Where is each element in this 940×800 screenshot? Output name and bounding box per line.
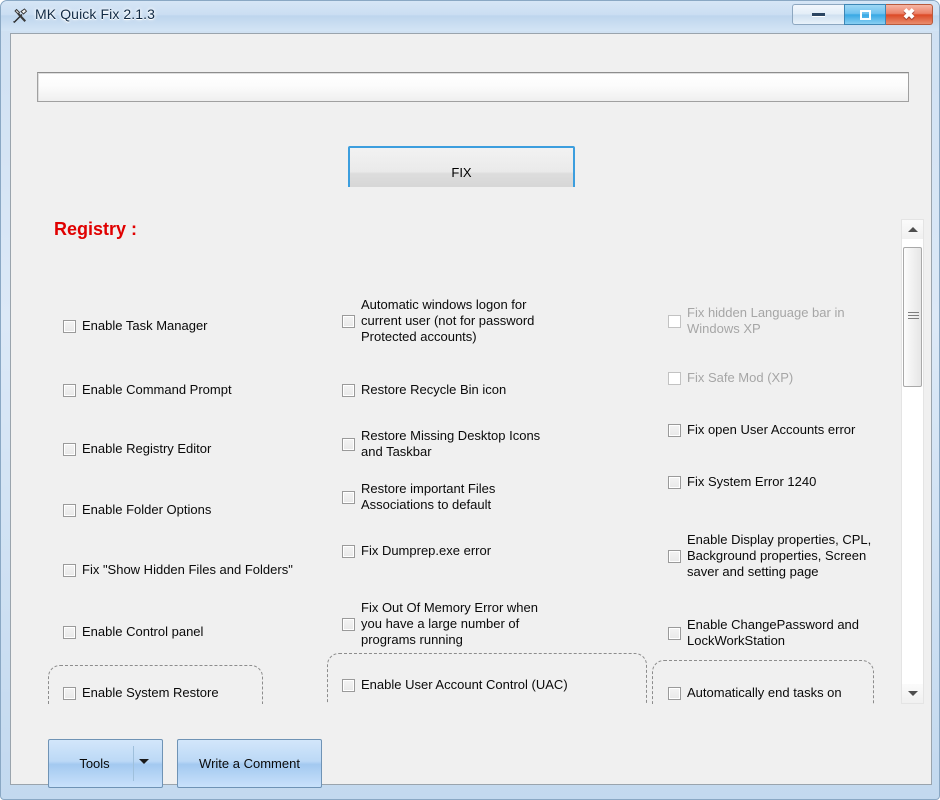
- checkbox-row-fix-dumprep-error[interactable]: Fix Dumprep.exe error: [342, 543, 632, 559]
- checkbox-label: Enable Registry Editor: [82, 441, 212, 456]
- checkbox-row-restore-missing-desktop-icons[interactable]: Restore Missing Desktop Icons and Taskba…: [342, 428, 632, 460]
- checkbox-icon[interactable]: [668, 475, 681, 489]
- checkbox-label: Automatic windows logon for current user…: [361, 297, 535, 344]
- checkbox-label: Enable ChangePassword and LockWorkStatio…: [687, 617, 860, 648]
- checkbox-label: Enable Display properties, CPL, Backgrou…: [687, 532, 872, 579]
- restore-button[interactable]: [844, 4, 886, 25]
- checkbox-icon[interactable]: [342, 490, 355, 504]
- checkbox-row-fix-hidden-language-bar[interactable]: Fix hidden Language bar in Windows XP: [668, 305, 898, 337]
- options-scroll-content: Registry : Enable Task Manager Enable Co…: [12, 187, 902, 704]
- title-bar: MK Quick Fix 2.1.3 ✖: [1, 1, 939, 31]
- checkbox-label: Fix "Show Hidden Files and Folders": [82, 562, 293, 577]
- checkbox-row-enable-changepassword-lockworkstation[interactable]: Enable ChangePassword and LockWorkStatio…: [668, 617, 898, 649]
- write-comment-button[interactable]: Write a Comment: [177, 739, 322, 788]
- checkbox-row-restore-file-associations[interactable]: Restore important Files Associations to …: [342, 481, 632, 513]
- chevron-down-icon: [907, 691, 918, 696]
- checkbox-icon[interactable]: [342, 314, 355, 328]
- checkbox-row-enable-registry-editor[interactable]: Enable Registry Editor: [63, 441, 313, 457]
- checkbox-row-restore-recycle-bin-icon[interactable]: Restore Recycle Bin icon: [342, 382, 632, 398]
- checkbox-row-enable-control-panel[interactable]: Enable Control panel: [63, 624, 313, 640]
- checkbox-icon[interactable]: [63, 686, 76, 700]
- application-window: MK Quick Fix 2.1.3 ✖ FIX Registry : Enab…: [0, 0, 940, 800]
- checkbox-row-enable-task-manager[interactable]: Enable Task Manager: [63, 318, 313, 334]
- checkbox-label: Automatically end tasks on: [687, 685, 842, 700]
- checkbox-row-enable-system-restore[interactable]: Enable System Restore: [63, 685, 313, 701]
- minimize-icon: [812, 13, 825, 16]
- checkbox-label: Fix hidden Language bar in Windows XP: [687, 305, 845, 336]
- options-scroll-panel: Registry : Enable Task Manager Enable Co…: [12, 187, 931, 704]
- scrollbar-down-button[interactable]: [902, 684, 923, 703]
- checkbox-icon[interactable]: [668, 626, 681, 640]
- checkbox-icon[interactable]: [63, 442, 76, 456]
- checkbox-icon[interactable]: [668, 423, 681, 437]
- grip-lines-icon: [908, 312, 919, 322]
- checkbox-icon[interactable]: [63, 383, 76, 397]
- minimize-button[interactable]: [792, 4, 844, 25]
- tools-button-label: Tools: [79, 756, 110, 771]
- checkbox-icon[interactable]: [342, 437, 355, 451]
- checkbox-label: Fix Out Of Memory Error when you have a …: [361, 600, 538, 647]
- checkbox-row-enable-command-prompt[interactable]: Enable Command Prompt: [63, 382, 313, 398]
- tools-split-divider: [133, 746, 134, 781]
- chevron-up-icon: [907, 227, 918, 232]
- vertical-scrollbar[interactable]: [901, 219, 924, 704]
- checkbox-row-fix-safe-mode-xp[interactable]: Fix Safe Mod (XP): [668, 370, 898, 386]
- checkbox-label: Enable Control panel: [82, 624, 204, 639]
- scrollbar-up-button[interactable]: [902, 220, 923, 239]
- checkbox-icon[interactable]: [342, 383, 355, 397]
- checkbox-icon[interactable]: [668, 549, 681, 563]
- scrollbar-thumb[interactable]: [903, 247, 922, 387]
- checkbox-icon[interactable]: [63, 563, 76, 577]
- checkbox-label: Enable System Restore: [82, 685, 219, 700]
- checkbox-label: Restore Missing Desktop Icons and Taskba…: [361, 428, 541, 459]
- checkbox-row-fix-out-of-memory-error[interactable]: Fix Out Of Memory Error when you have a …: [342, 600, 632, 648]
- registry-section-heading: Registry :: [54, 219, 138, 239]
- checkbox-row-fix-open-user-accounts-error[interactable]: Fix open User Accounts error: [668, 422, 898, 438]
- checkbox-row-automatic-windows-logon[interactable]: Automatic windows logon for current user…: [342, 297, 632, 345]
- checkbox-label: Restore important Files Associations to …: [361, 481, 496, 512]
- checkbox-row-enable-display-properties[interactable]: Enable Display properties, CPL, Backgrou…: [668, 532, 898, 580]
- checkbox-label: Fix Dumprep.exe error: [361, 543, 492, 558]
- checkbox-icon[interactable]: [342, 678, 355, 692]
- checkbox-label: Restore Recycle Bin icon: [361, 382, 507, 397]
- checkbox-label: Fix Safe Mod (XP): [687, 370, 794, 385]
- checkbox-row-automatically-end-tasks[interactable]: Automatically end tasks on: [668, 685, 908, 701]
- chevron-down-icon[interactable]: [139, 759, 149, 764]
- checkbox-label: Enable User Account Control (UAC): [361, 677, 568, 692]
- close-icon: ✖: [902, 6, 916, 23]
- checkbox-label: Enable Command Prompt: [82, 382, 232, 397]
- tools-hammer-wrench-icon: [11, 7, 29, 25]
- checkbox-row-enable-uac[interactable]: Enable User Account Control (UAC): [342, 677, 642, 693]
- scrollbar-track[interactable]: [902, 239, 923, 686]
- checkbox-row-fix-show-hidden-files[interactable]: Fix "Show Hidden Files and Folders": [63, 562, 333, 578]
- checkbox-icon[interactable]: [63, 319, 76, 333]
- checkbox-icon[interactable]: [668, 686, 681, 700]
- checkbox-label: Enable Folder Options: [82, 502, 212, 517]
- checkbox-label: Enable Task Manager: [82, 318, 208, 333]
- checkbox-icon[interactable]: [668, 371, 681, 385]
- checkbox-row-enable-folder-options[interactable]: Enable Folder Options: [63, 502, 313, 518]
- checkbox-label: Fix open User Accounts error: [687, 422, 856, 437]
- checkbox-icon[interactable]: [668, 314, 681, 328]
- write-comment-label: Write a Comment: [199, 756, 300, 771]
- checkbox-icon[interactable]: [63, 625, 76, 639]
- checkbox-row-fix-system-error-1240[interactable]: Fix System Error 1240: [668, 474, 898, 490]
- checkbox-icon[interactable]: [63, 503, 76, 517]
- path-input[interactable]: [37, 72, 909, 102]
- client-area: FIX Registry : Enable Task Manager Enabl…: [10, 33, 932, 788]
- close-button[interactable]: ✖: [886, 4, 933, 25]
- checkbox-icon[interactable]: [342, 544, 355, 558]
- restore-icon: [859, 9, 871, 20]
- checkbox-icon[interactable]: [342, 617, 355, 631]
- checkbox-label: Fix System Error 1240: [687, 474, 817, 489]
- window-title: MK Quick Fix 2.1.3: [35, 6, 156, 22]
